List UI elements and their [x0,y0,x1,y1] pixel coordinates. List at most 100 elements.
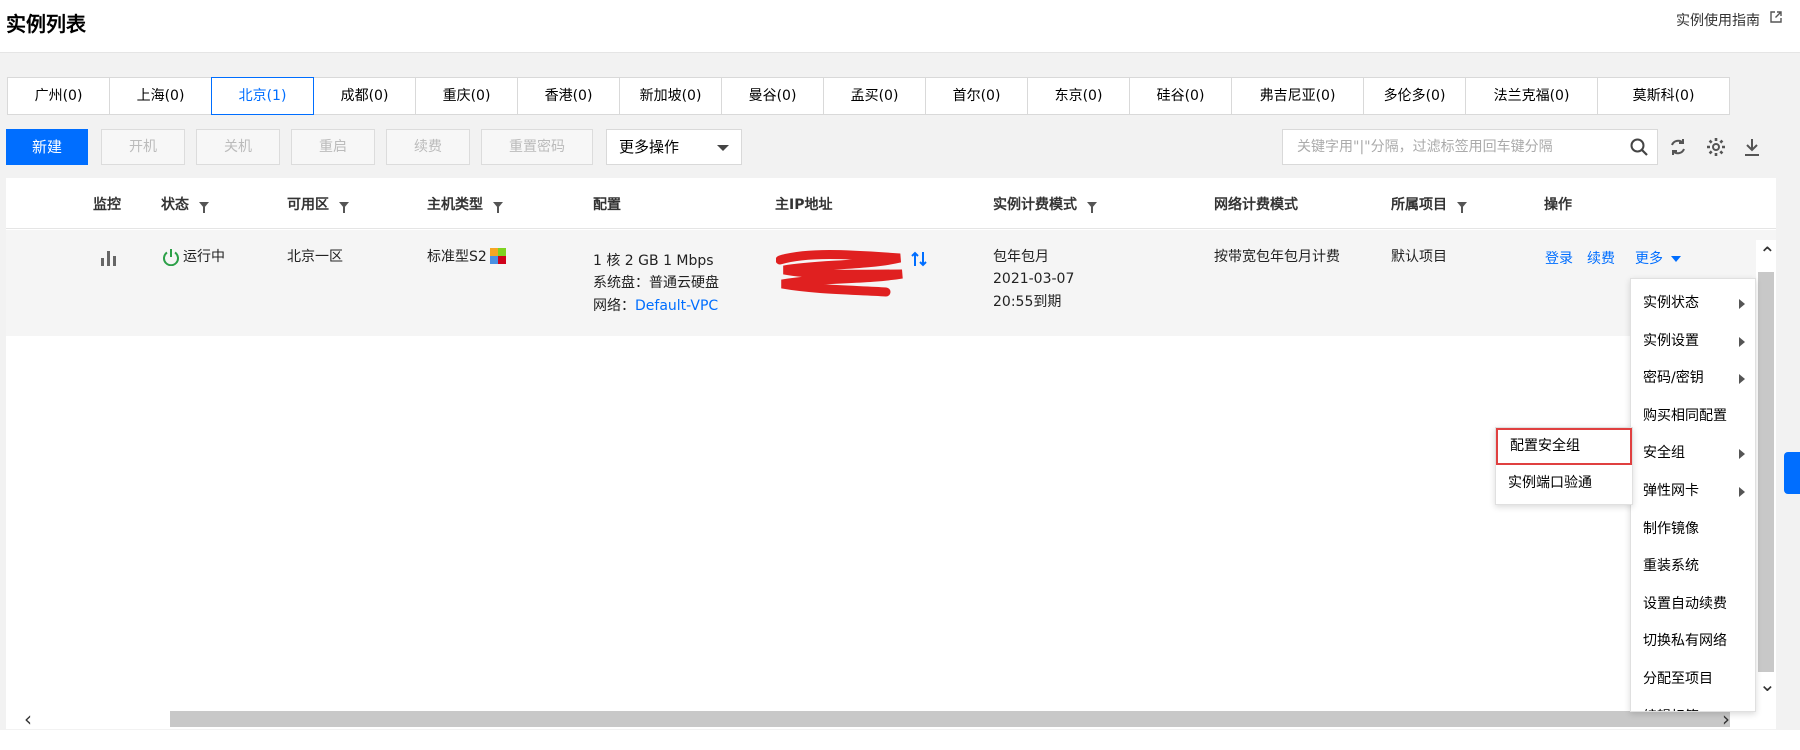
menu-item-label: 实例设置 [1643,332,1699,349]
power-on-icon [163,249,179,266]
security-group-submenu: 配置安全组 实例端口验通 [1495,427,1633,505]
renew-link[interactable]: 续费 [1587,248,1615,270]
more-menu-item[interactable]: 重装系统 [1631,548,1755,585]
chevron-up-icon[interactable]: ⌃ [1759,244,1776,264]
region-tab[interactable]: 北京(1) [211,77,314,115]
refresh-icon[interactable] [1668,137,1688,157]
region-tab[interactable]: 东京(0) [1027,77,1130,115]
region-tab[interactable]: 首尔(0) [925,77,1028,115]
table-header: 监控 状态 可用区 主机类型 配置 主IP地址 实例计费模式 网络计费模式 所属… [6,178,1776,229]
chevron-left-icon[interactable]: ‹ [24,709,32,729]
region-tab[interactable]: 法兰克福(0) [1465,77,1598,115]
stop-button[interactable]: 关机 [196,129,280,165]
more-menu-item[interactable]: 实例设置 [1631,323,1755,360]
more-operations-label: 更多操作 [619,138,680,156]
region-tab[interactable]: 曼谷(0) [721,77,824,115]
more-dropdown-menu: 实例状态实例设置密码/密钥购买相同配置 安全组弹性网卡制作镜像重装系统设置自动续费… [1630,278,1756,712]
redacted-ip-scribble [776,250,903,297]
search-input[interactable] [1295,130,1619,164]
region-tab[interactable]: 上海(0) [109,77,212,115]
region-tab[interactable]: 孟买(0) [823,77,926,115]
horizontal-scrollbar[interactable]: ‹ › [6,709,1776,729]
external-link-icon[interactable] [1770,11,1782,23]
menu-item-label: 编辑标签 [1643,709,1699,711]
col-type[interactable]: 主机类型 [427,194,503,214]
region-tab[interactable]: 多伦多(0) [1363,77,1466,115]
filter-icon[interactable] [339,202,349,213]
col-ip: 主IP地址 [775,197,833,213]
search-icon[interactable] [1629,137,1649,157]
col-status[interactable]: 状态 [161,194,209,214]
page-header: 实例列表 实例使用指南 [0,0,1800,53]
swap-ip-icon[interactable] [910,250,928,268]
more-operations-select[interactable]: 更多操作 [606,129,742,165]
submenu-arrow-icon [1739,487,1745,497]
settings-gear-icon[interactable] [1706,137,1726,157]
col-config: 配置 [593,197,621,213]
start-button[interactable]: 开机 [101,129,185,165]
filter-icon[interactable] [1457,202,1467,213]
monitor-chart-icon[interactable] [100,250,118,266]
more-menu-item[interactable]: 制作镜像 [1631,511,1755,548]
region-tab[interactable]: 硅谷(0) [1129,77,1232,115]
region-tab[interactable]: 新加坡(0) [619,77,722,115]
chevron-right-icon[interactable]: › [1722,709,1730,729]
menu-item-label: 安全组 [1643,445,1685,462]
more-menu-item[interactable]: 弹性网卡 [1631,473,1755,510]
search-box [1282,129,1658,165]
menu-item-label: 设置自动续费 [1643,595,1727,612]
menu-item-label: 制作镜像 [1643,520,1699,537]
restart-button[interactable]: 重启 [291,129,375,165]
more-menu-item[interactable]: 安全组 [1631,435,1755,472]
region-tab[interactable]: 广州(0) [7,77,110,115]
col-zone[interactable]: 可用区 [287,194,349,214]
page-title: 实例列表 [6,12,86,36]
menu-item-label: 弹性网卡 [1643,483,1699,499]
menu-item-label: 购买相同配置 [1643,407,1727,424]
more-menu-item[interactable]: 密码/密钥 [1631,360,1755,397]
more-menu-item[interactable]: 购买相同配置 [1631,398,1755,435]
more-menu-item[interactable]: 切换私有网络 [1631,623,1755,660]
more-menu-item[interactable]: 编辑标签 [1631,699,1755,711]
more-menu-item[interactable]: 实例状态 [1631,285,1755,322]
guide-link[interactable]: 实例使用指南 [1676,10,1760,30]
side-panel-toggle[interactable] [1784,452,1800,494]
filter-icon[interactable] [199,202,209,213]
menu-item-label: 密码/密钥 [1643,370,1704,387]
filter-icon[interactable] [1087,202,1097,213]
instance-type-text: 标准型S2 [427,249,487,265]
port-check-item[interactable]: 实例端口验通 [1496,465,1632,502]
region-tabs: 广州(0) 上海(0) 北京(1) 成都(0) 重庆(0) 香港(0) 新加坡(0) 曼谷(0… [7,77,1730,115]
renew-button[interactable]: 续费 [386,129,470,165]
more-link[interactable]: 更多 [1635,248,1681,270]
project-name: 默认项目 [1391,249,1447,265]
vertical-scrollbar[interactable]: ⌃ ⌄ [1756,240,1776,700]
region-tab[interactable]: 重庆(0) [415,77,518,115]
download-icon[interactable] [1743,137,1761,157]
vertical-scroll-thumb[interactable] [1758,272,1774,672]
configure-security-group-item[interactable]: 配置安全组 [1496,428,1632,465]
menu-item-label: 实例状态 [1643,295,1699,311]
region-tab[interactable]: 弗吉尼亚(0) [1231,77,1364,115]
zone-text: 北京一区 [287,249,343,265]
login-link[interactable]: 登录 [1545,248,1573,270]
new-instance-button[interactable]: 新建 [6,129,88,165]
region-tab[interactable]: 香港(0) [517,77,620,115]
more-menu-item[interactable]: 设置自动续费 [1631,586,1755,623]
config-line-3: 网络：Default-VPC [593,298,719,314]
vpc-link[interactable]: Default-VPC [635,298,718,314]
region-tab[interactable]: 莫斯科(0) [1597,77,1730,115]
col-project[interactable]: 所属项目 [1391,194,1467,214]
submenu-arrow-icon [1739,299,1745,309]
status-text: 运行中 [183,249,225,265]
more-menu-item[interactable]: 分配至项目 [1631,661,1755,698]
horizontal-scroll-thumb[interactable] [170,711,1730,727]
reset-password-button[interactable]: 重置密码 [481,129,593,165]
billing-mode: 包年包月 [993,249,1049,265]
region-tab[interactable]: 成都(0) [313,77,416,115]
filter-icon[interactable] [493,202,503,213]
col-billing[interactable]: 实例计费模式 [993,194,1097,214]
submenu-arrow-icon [1739,449,1745,460]
col-net-billing: 网络计费模式 [1214,197,1298,213]
chevron-down-icon[interactable]: ⌄ [1759,674,1776,694]
